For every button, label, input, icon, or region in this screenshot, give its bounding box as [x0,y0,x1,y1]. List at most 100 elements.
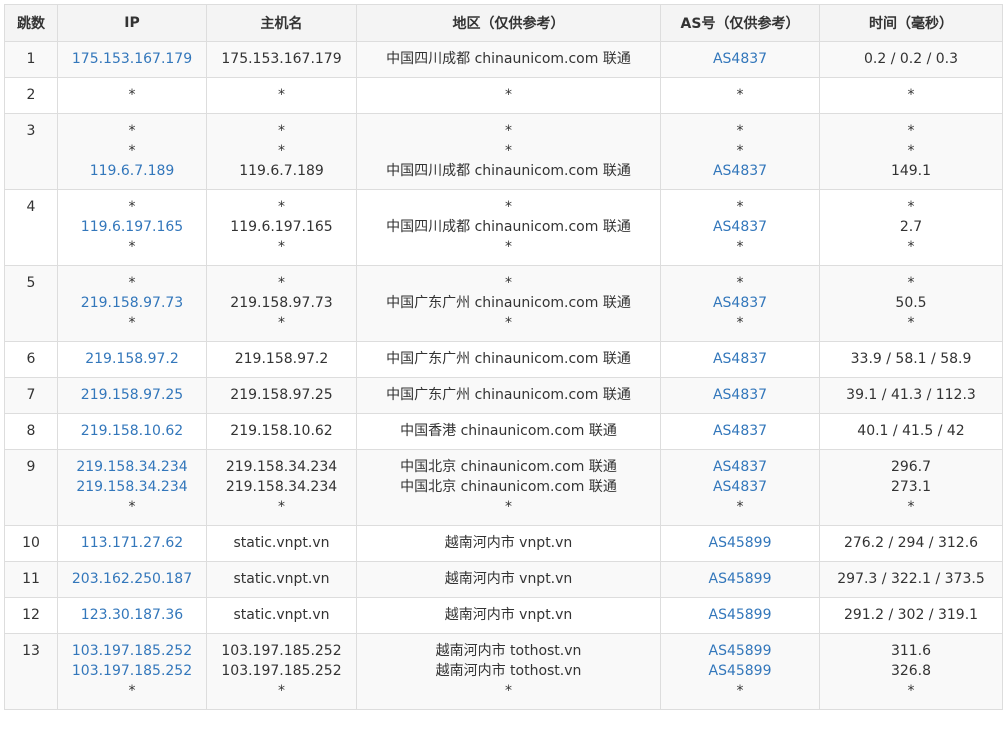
table-row: 12 123.30.187.36 static.vnpt.vn 越南河内市 vnpt.… [4,597,1003,634]
hop-number: 8 [4,413,58,450]
region-value: 越南河内市 tothost.vn [435,663,582,679]
region-value: 中国四川成都 chinaunicom.com 联通 [386,51,631,67]
as-cell: AS4837 [660,41,820,78]
time-value: * [907,499,915,515]
as-link[interactable]: AS4837 [661,349,819,369]
time-cell: 39.1 / 41.3 / 112.3 [819,377,1003,414]
hop-number: 12 [4,597,58,634]
region-value: 越南河内市 vnpt.vn [444,607,573,623]
table-row: 4 * 119.6.197.165 * * 119.6.197.165 * * 中国四川成都 c… [4,189,1003,266]
ip-value: * [128,315,136,331]
time-cell: 296.7 273.1 * [819,449,1003,526]
table-body: 1 175.153.167.179 175.153.167.179 中国四川成都 ch… [4,41,1003,710]
as-value: * [736,315,744,331]
time-cell: 276.2 / 294 / 312.6 [819,525,1003,562]
region-value: * [505,199,512,215]
host-cell: static.vnpt.vn [206,561,357,598]
table-row: 8 219.158.10.62 219.158.10.62 中国香港 chinauni… [4,413,1003,450]
ip-link[interactable]: 219.158.97.73 [58,293,206,313]
ip-value: * [128,123,136,139]
host-cell: static.vnpt.vn [206,525,357,562]
ip-link[interactable]: 219.158.10.62 [58,421,206,441]
as-cell: AS4837 [660,377,820,414]
as-link[interactable]: AS4837 [661,385,819,405]
region-cell: * * 中国四川成都 chinaunicom.com 联通 [356,113,661,190]
traceroute-container: 跳数 IP 主机名 地区（仅供参考） AS号（仅供参考） 时间（毫秒） 1 175… [4,4,1003,710]
region-cell: 越南河内市 vnpt.vn [356,525,661,562]
as-link[interactable]: AS4837 [661,421,819,441]
time-value: 296.7 [890,459,932,475]
ip-link[interactable]: 103.197.185.252 [58,641,206,661]
host-value: * [278,275,285,291]
time-value: * [907,123,915,139]
as-value: * [736,123,744,139]
as-cell: AS45899 AS45899 * [660,633,820,710]
ip-link[interactable]: 219.158.97.2 [58,349,206,369]
time-cell: * * 149.1 [819,113,1003,190]
ip-link[interactable]: 175.153.167.179 [58,49,206,69]
as-link[interactable]: AS45899 [661,605,819,625]
region-value: 中国广东广州 chinaunicom.com 联通 [386,295,631,311]
host-value: 119.6.7.189 [239,163,324,179]
hop-number: 6 [4,341,58,378]
region-value: 越南河内市 vnpt.vn [444,535,573,551]
region-value: * [505,239,512,255]
ip-link[interactable]: 113.171.27.62 [58,533,206,553]
as-value: * [736,239,744,255]
table-row: 5 * 219.158.97.73 * * 219.158.97.73 * * 中国广东广州 c… [4,265,1003,342]
ip-link[interactable]: 219.158.34.234 [58,477,206,497]
ip-link[interactable]: 119.6.7.189 [58,161,206,181]
as-link[interactable]: AS45899 [661,569,819,589]
host-value: * [278,683,285,699]
host-value: * [278,499,285,515]
ip-link[interactable]: 123.30.187.36 [58,605,206,625]
as-cell: AS4837 AS4837 * [660,449,820,526]
region-value: 中国北京 chinaunicom.com 联通 [400,479,617,495]
as-cell: * * AS4837 [660,113,820,190]
as-link[interactable]: AS4837 [661,49,819,69]
region-cell: 中国四川成都 chinaunicom.com 联通 [356,41,661,78]
hop-number: 13 [4,633,58,710]
as-cell: AS45899 [660,525,820,562]
region-value: * [505,275,512,291]
region-cell: * 中国广东广州 chinaunicom.com 联通 * [356,265,661,342]
ip-link[interactable]: 119.6.197.165 [58,217,206,237]
host-cell: * 119.6.197.165 * [206,189,357,266]
time-cell: 297.3 / 322.1 / 373.5 [819,561,1003,598]
time-value: 276.2 / 294 / 312.6 [843,535,979,551]
as-link[interactable]: AS4837 [661,161,819,181]
ip-cell: 219.158.34.234 219.158.34.234 * [57,449,207,526]
time-value: 50.5 [895,295,927,311]
host-value: * [278,199,285,215]
host-value: 219.158.97.2 [234,351,329,367]
header-hop: 跳数 [4,4,58,42]
host-cell: 219.158.10.62 [206,413,357,450]
as-value: * [736,199,744,215]
as-link[interactable]: AS4837 [661,293,819,313]
as-value: * [736,87,744,103]
as-link[interactable]: AS45899 [661,661,819,681]
hop-number: 3 [4,113,58,190]
table-row: 1 175.153.167.179 175.153.167.179 中国四川成都 ch… [4,41,1003,78]
time-value: 149.1 [890,163,932,179]
ip-cell: 123.30.187.36 [57,597,207,634]
table-row: 10 113.171.27.62 static.vnpt.vn 越南河内市 vnpt.… [4,525,1003,562]
as-link[interactable]: AS4837 [661,457,819,477]
host-value: 103.197.185.252 [221,663,342,679]
table-row: 2 * * * * * [4,77,1003,114]
host-value: 175.153.167.179 [221,51,342,67]
time-value: * [907,143,915,159]
ip-link[interactable]: 103.197.185.252 [58,661,206,681]
host-cell: * * 119.6.7.189 [206,113,357,190]
as-link[interactable]: AS4837 [661,477,819,497]
host-value: static.vnpt.vn [233,535,330,551]
region-value: 中国广东广州 chinaunicom.com 联通 [386,387,631,403]
host-value: 219.158.10.62 [230,423,333,439]
ip-link[interactable]: 203.162.250.187 [58,569,206,589]
ip-link[interactable]: 219.158.97.25 [58,385,206,405]
as-link[interactable]: AS45899 [661,641,819,661]
as-cell: * AS4837 * [660,189,820,266]
as-link[interactable]: AS45899 [661,533,819,553]
ip-link[interactable]: 219.158.34.234 [58,457,206,477]
as-link[interactable]: AS4837 [661,217,819,237]
